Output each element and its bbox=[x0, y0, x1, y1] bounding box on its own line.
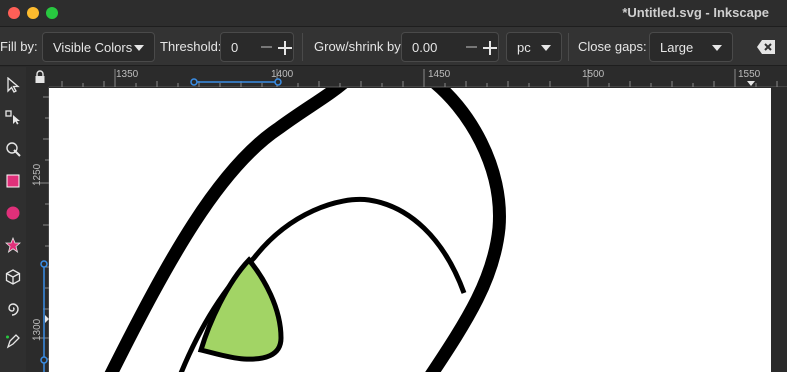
canvas-margin bbox=[771, 88, 787, 372]
chevron-down-icon bbox=[541, 45, 551, 51]
ruler-label: 1350 bbox=[116, 69, 139, 80]
node-tool[interactable] bbox=[3, 107, 23, 127]
threshold-value: 0 bbox=[231, 40, 239, 55]
node-edit-icon bbox=[5, 110, 20, 125]
rectangle-icon bbox=[6, 174, 20, 188]
threshold-input[interactable]: 0 bbox=[220, 32, 294, 62]
close-window-button[interactable] bbox=[8, 7, 20, 19]
close-gaps-dropdown[interactable]: Large bbox=[649, 32, 733, 62]
ruler-label: 1550 bbox=[738, 69, 761, 80]
rect-tool[interactable] bbox=[3, 171, 23, 191]
star-tool[interactable] bbox=[3, 235, 23, 255]
tool-controls-bar: Fill by: Visible Colors Threshold: 0 Gro… bbox=[0, 26, 787, 66]
unit-dropdown[interactable]: pc bbox=[506, 32, 562, 62]
circle-icon bbox=[6, 206, 20, 220]
drawing-artwork bbox=[104, 88, 506, 372]
minus-icon[interactable] bbox=[261, 46, 272, 48]
arrow-cursor-icon bbox=[7, 77, 20, 93]
ruler-label: 1400 bbox=[271, 69, 294, 80]
plus-icon[interactable] bbox=[483, 41, 497, 55]
pen-icon bbox=[6, 334, 20, 349]
circle-tool[interactable] bbox=[3, 203, 23, 223]
horizontal-ruler-ticks bbox=[61, 69, 778, 87]
fill-by-dropdown[interactable]: Visible Colors bbox=[42, 32, 155, 62]
ruler-corner bbox=[26, 67, 49, 87]
minus-icon[interactable] bbox=[466, 46, 477, 48]
tweak-icon bbox=[6, 142, 21, 157]
separator bbox=[302, 33, 303, 61]
drawing-canvas[interactable] bbox=[49, 88, 771, 372]
tweak-tool[interactable] bbox=[3, 139, 23, 159]
close-gaps-label: Close gaps: bbox=[578, 39, 647, 54]
plus-icon[interactable] bbox=[278, 41, 292, 55]
backspace-icon[interactable] bbox=[756, 39, 776, 55]
fill-by-label: Fill by: bbox=[0, 39, 38, 54]
close-gaps-value: Large bbox=[660, 40, 694, 55]
toolbox bbox=[0, 67, 26, 372]
window-title: *Untitled.svg - Inkscape bbox=[622, 5, 769, 20]
ruler-label: 1450 bbox=[428, 69, 451, 80]
title-bar: *Untitled.svg - Inkscape bbox=[0, 0, 787, 26]
box3d-tool[interactable] bbox=[3, 267, 23, 287]
horizontal-ruler[interactable]: 1350 1400 1450 1500 1550 bbox=[49, 67, 787, 87]
minimize-window-button[interactable] bbox=[27, 7, 39, 19]
ruler-label: 1500 bbox=[582, 69, 605, 80]
vertical-ruler[interactable]: 1250 1300 bbox=[31, 87, 49, 372]
grow-shrink-label: Grow/shrink by: bbox=[314, 39, 405, 54]
separator bbox=[568, 33, 569, 61]
selector-tool[interactable] bbox=[3, 75, 23, 95]
maximize-window-button[interactable] bbox=[46, 7, 58, 19]
cube-icon bbox=[5, 269, 21, 285]
lock-icon[interactable] bbox=[34, 70, 46, 84]
ruler-label: 1300 bbox=[32, 318, 43, 341]
fill-by-value: Visible Colors bbox=[53, 40, 133, 55]
spiral-tool[interactable] bbox=[3, 299, 23, 319]
right-stroke-path bbox=[425, 88, 506, 372]
grow-shrink-value: 0.00 bbox=[412, 40, 438, 55]
pen-tool[interactable] bbox=[3, 331, 23, 351]
star-icon bbox=[5, 237, 21, 253]
chevron-down-icon bbox=[134, 45, 144, 51]
grow-shrink-input[interactable]: 0.00 bbox=[401, 32, 499, 62]
spiral-icon bbox=[8, 303, 19, 316]
threshold-label: Threshold: bbox=[160, 39, 222, 54]
unit-value: pc bbox=[517, 40, 531, 55]
chevron-down-icon bbox=[712, 45, 722, 51]
ruler-label: 1250 bbox=[32, 163, 43, 186]
